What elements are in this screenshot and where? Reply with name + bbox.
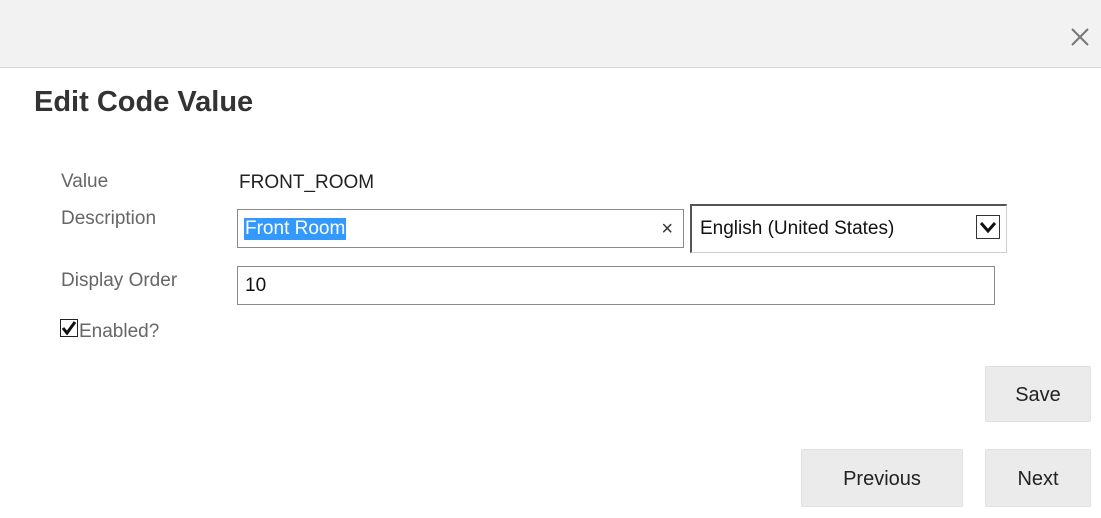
next-button[interactable]: Next [985, 449, 1091, 507]
checkmark-icon [61, 321, 77, 336]
display-order-label: Display Order [61, 270, 178, 291]
description-input[interactable]: Front Room × [237, 209, 684, 248]
language-selected-value: English (United States) [700, 218, 895, 239]
language-select[interactable]: English (United States) [690, 204, 1007, 253]
description-value: Front Room [244, 218, 347, 240]
value-label: Value [61, 171, 109, 192]
page-title: Edit Code Value [34, 86, 254, 118]
display-order-value: 10 [245, 275, 267, 296]
display-order-input[interactable]: 10 [237, 266, 995, 305]
save-button[interactable]: Save [985, 366, 1091, 422]
description-label: Description [61, 208, 157, 229]
close-icon[interactable] [1063, 20, 1097, 54]
enabled-checkbox[interactable] [60, 319, 78, 337]
edit-code-value-dialog: Edit Code Value Value FRONT_ROOM Descrip… [0, 0, 1101, 518]
clear-icon[interactable]: × [661, 218, 673, 240]
enabled-label: Enabled? [79, 321, 160, 342]
dialog-titlebar [0, 0, 1101, 68]
previous-button[interactable]: Previous [801, 449, 963, 507]
value-text: FRONT_ROOM [239, 172, 375, 193]
chevron-down-icon[interactable] [976, 215, 1000, 239]
